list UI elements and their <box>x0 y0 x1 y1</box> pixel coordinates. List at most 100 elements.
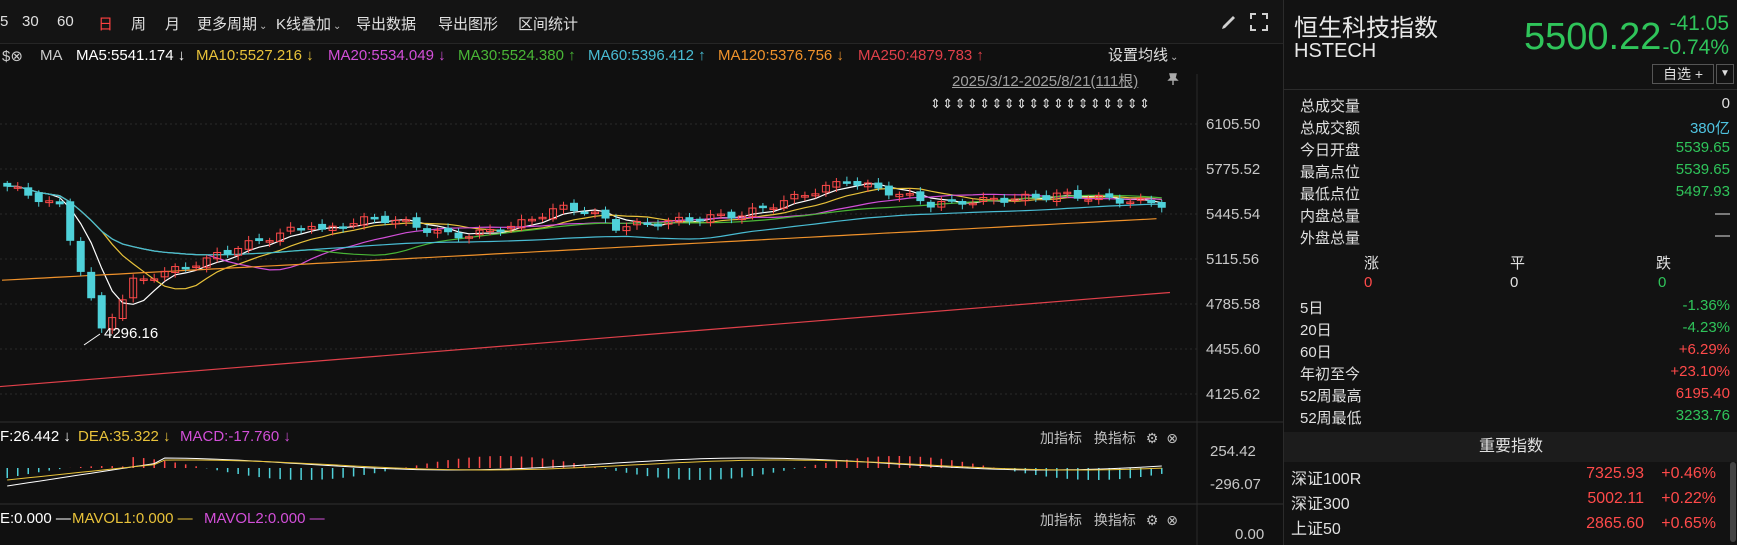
candle-body <box>570 202 579 212</box>
y-tick-6: 4125.62 <box>1206 386 1260 403</box>
add-watchlist-button[interactable]: 自选 + <box>1652 64 1714 84</box>
vol-tick-0: 0.00 <box>1235 526 1264 543</box>
arrow-icon: ⇕ <box>1090 97 1101 112</box>
period-60[interactable]: 60 <box>57 13 74 30</box>
candle-body <box>853 181 862 186</box>
key-index-row[interactable]: 深证300 5002.11 +0.22% <box>1284 490 1724 515</box>
arrow-icon: ⇕ <box>1078 97 1089 112</box>
candle-body <box>611 219 620 231</box>
arrow-icon: ⇕ <box>992 97 1003 112</box>
key-index-header: 重要指数 <box>1284 432 1737 462</box>
candle-body <box>926 201 935 208</box>
y-tick-1: 5775.52 <box>1206 161 1260 178</box>
candle-body <box>884 185 893 196</box>
range-stats-button[interactable]: 区间统计 <box>518 13 578 34</box>
arrow-icon: ⇕ <box>1028 97 1039 112</box>
macd-dea-line <box>7 459 1162 481</box>
candle-body <box>66 201 75 241</box>
perf-row: 52周最高 6195.40 <box>1300 385 1730 407</box>
candle-body <box>1157 202 1166 208</box>
perf-label: 52周最高 <box>1300 388 1362 405</box>
more-periods-label: 更多周期 <box>197 16 258 33</box>
candle-body <box>297 228 306 231</box>
y-tick-4: 4785.58 <box>1206 296 1260 313</box>
candle-body <box>1031 193 1040 198</box>
stat-value: 0 <box>1721 95 1730 112</box>
vol-value: E:0.000 — <box>0 510 71 527</box>
close-icon[interactable]: ⊗ <box>1166 512 1178 528</box>
candle-body <box>916 191 925 202</box>
perf-label: 60日 <box>1300 344 1332 361</box>
candle-body <box>318 223 327 230</box>
key-index-change: +0.46% <box>1661 465 1716 482</box>
key-index-price: 2865.60 <box>1586 515 1644 532</box>
rise-label: 涨 <box>1364 255 1380 272</box>
candle-body <box>958 200 967 205</box>
candle-body <box>758 205 767 209</box>
period-30[interactable]: 30 <box>22 13 39 30</box>
signal-arrows: ⇕ ⇕ ⇕ ⇕ ⇕ ⇕ ⇕ ⇕ ⇕ ⇕ ⇕ ⇕ ⇕ ⇕ ⇕ ⇕ ⇕ ⇕ <box>930 97 1150 112</box>
y-tick-3: 5115.56 <box>1206 251 1259 268</box>
perf-value: +6.29% <box>1678 341 1730 358</box>
stat-value: 5539.65 <box>1675 161 1730 178</box>
arrow-icon: ⇕ <box>955 97 966 112</box>
period-week[interactable]: 周 <box>131 13 146 34</box>
low-marker-label: 4296.16 <box>104 325 158 342</box>
price-grid <box>0 123 1197 395</box>
more-periods-menu[interactable]: 更多周期 ⌄ <box>197 13 267 34</box>
index-price: 5500.22 <box>1524 16 1662 58</box>
add-indicator-button[interactable]: 加指标 <box>1040 512 1082 528</box>
quote-panel: 恒生科技指数 HSTECH 5500.22 -41.05 -0.74% 自选 +… <box>1283 0 1737 545</box>
period-day[interactable]: 日 <box>98 13 113 34</box>
add-indicator-button[interactable]: 加指标 <box>1040 430 1082 446</box>
candle-body <box>685 217 694 222</box>
stat-label: 总成交量 <box>1300 98 1361 115</box>
ma5-line <box>7 183 1162 305</box>
key-index-row[interactable]: 深证100R 7325.93 +0.46% <box>1284 465 1724 490</box>
stat-value: 380亿 <box>1689 120 1730 137</box>
perf-label: 52周最低 <box>1300 410 1362 427</box>
stat-label: 最高点位 <box>1300 164 1361 181</box>
export-image-button[interactable]: 导出图形 <box>438 13 498 34</box>
close-icon[interactable]: ⊗ <box>1166 430 1178 446</box>
stat-row: 总成交额 380亿 <box>1300 117 1730 139</box>
candle-body <box>1147 199 1156 204</box>
arrow-icon: ⇕ <box>1115 97 1126 112</box>
candle-body <box>695 218 704 222</box>
period-month[interactable]: 月 <box>165 13 180 34</box>
macd-dif-line <box>7 457 1162 487</box>
draw-pen-icon[interactable] <box>1218 11 1240 33</box>
switch-indicator-button[interactable]: 换指标 <box>1094 430 1136 446</box>
gear-icon[interactable]: ⚙ <box>1146 430 1159 446</box>
key-index-row[interactable]: 上证50 2865.60 +0.65% <box>1284 515 1724 540</box>
period-5[interactable]: 5 <box>0 13 8 30</box>
candle-body <box>496 229 505 232</box>
kline-chart[interactable]: 6105.50 5775.52 5445.54 5115.56 4785.58 … <box>0 44 1283 545</box>
perf-value: 3233.76 <box>1675 407 1730 424</box>
export-data-button[interactable]: 导出数据 <box>356 13 416 34</box>
price-axis: 6105.50 5775.52 5445.54 5115.56 4785.58 … <box>1206 116 1260 403</box>
perf-row: 52周最低 3233.76 <box>1300 407 1730 429</box>
gear-icon[interactable]: ⚙ <box>1146 512 1159 528</box>
key-index-name: 深证100R <box>1291 471 1362 488</box>
chart-toolbar: 5 30 60 日 周 月 更多周期 ⌄ K线叠加 ⌄ 导出数据 导出图形 区间统计 <box>0 0 1283 44</box>
flat-label: 平 <box>1510 255 1526 272</box>
scrollbar[interactable] <box>1730 462 1736 542</box>
fullscreen-icon[interactable] <box>1248 11 1270 33</box>
macd-chart <box>6 456 1163 487</box>
arrow-icon: ⇕ <box>1004 97 1015 112</box>
stat-row: 外盘总量 — <box>1300 227 1730 249</box>
candle-body <box>3 182 12 187</box>
switch-indicator-button[interactable]: 换指标 <box>1094 512 1136 528</box>
flat-count: 0 <box>1510 274 1519 291</box>
arrow-icon: ⇕ <box>967 97 978 112</box>
macd-value: MACD:-17.760 ↓ <box>180 428 291 445</box>
index-change-pct: -0.74% <box>1662 36 1729 59</box>
watchlist-dropdown[interactable]: ▼ <box>1716 64 1734 84</box>
divider <box>1284 89 1737 90</box>
candle-body <box>55 201 64 205</box>
k-overlay-menu[interactable]: K线叠加 ⌄ <box>276 13 341 34</box>
stat-label: 外盘总量 <box>1300 230 1361 247</box>
arrow-icon: ⇕ <box>1053 97 1064 112</box>
vol-legend: E:0.000 — MAVOL1:0.000 — MAVOL2:0.000 — <box>0 508 1200 530</box>
